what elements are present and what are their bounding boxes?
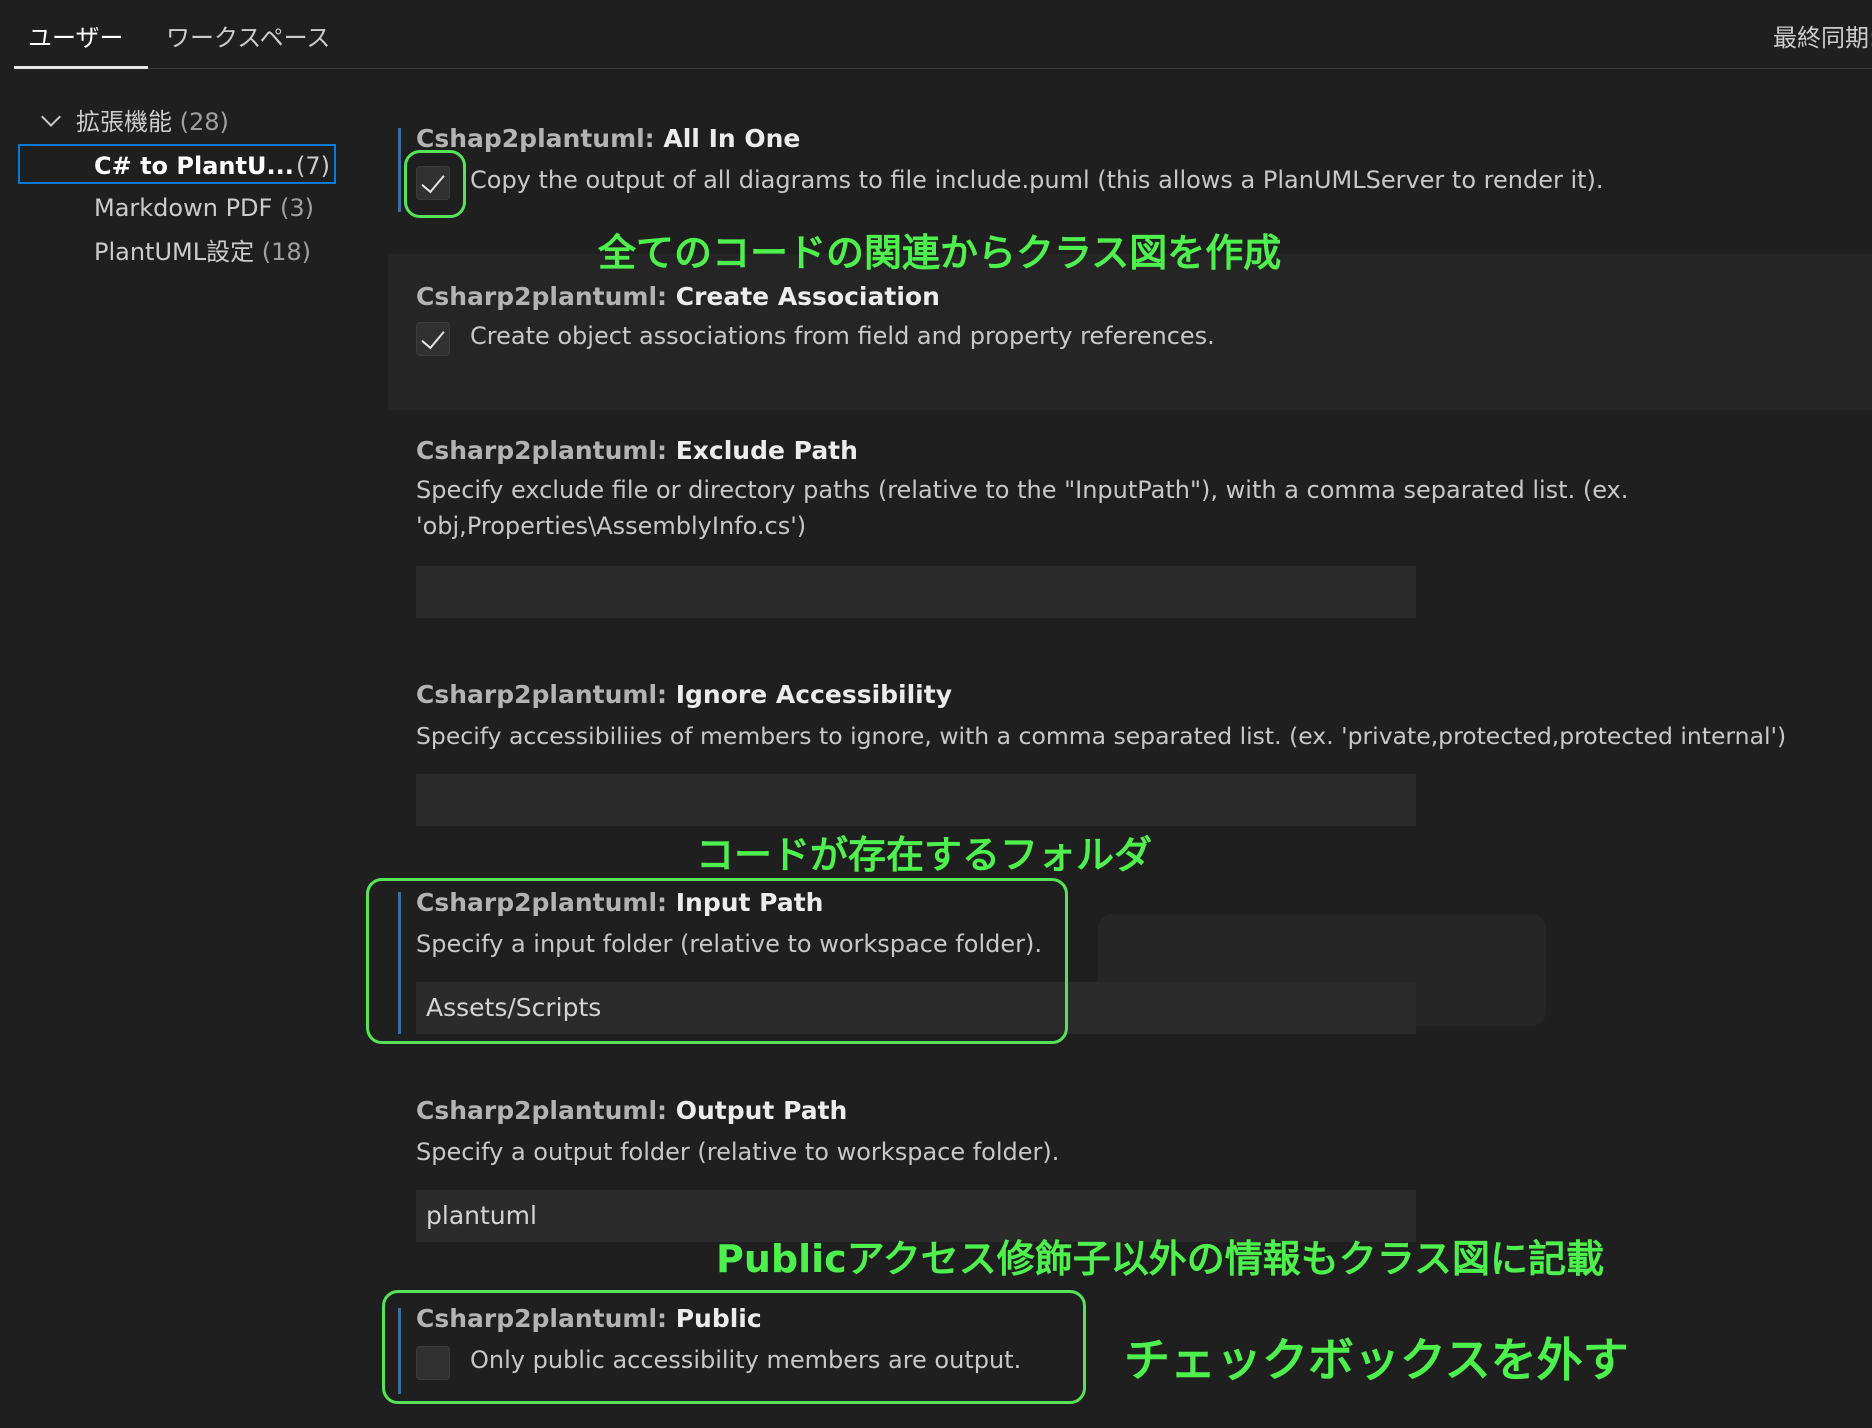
annotation-all-in-one: 全てのコードの関連からクラス図を作成 bbox=[598, 231, 1282, 275]
tree-item-count: (7) bbox=[296, 152, 330, 180]
ignore-accessibility-input[interactable] bbox=[416, 774, 1416, 826]
annotation-uncheck: チェックボックスを外す bbox=[1124, 1333, 1629, 1387]
tree-item-label: C# to PlantU... bbox=[94, 152, 294, 180]
tree-item-count: (18) bbox=[261, 238, 312, 266]
highlight-public bbox=[382, 1290, 1086, 1404]
annotation-public: Publicアクセス修飾子以外の情報もクラス図に記載 bbox=[716, 1237, 1605, 1281]
tree-item-plantuml-settings[interactable]: PlantUML設定 (18) bbox=[18, 232, 336, 272]
setting-title: Csharp2plantuml: Exclude Path bbox=[416, 436, 858, 465]
setting-exclude-path: Csharp2plantuml: Exclude Path Specify ex… bbox=[388, 436, 1872, 626]
tree-item-count: (3) bbox=[279, 194, 314, 222]
tree-group-label: 拡張機能 bbox=[76, 108, 172, 136]
highlight-input-path bbox=[366, 878, 1068, 1044]
sync-status: 最終同期: 5 bbox=[1773, 24, 1872, 52]
setting-title: Csharp2plantuml: Ignore Accessibility bbox=[416, 680, 953, 709]
setting-output-path: Csharp2plantuml: Output Path Specify a o… bbox=[388, 1096, 1872, 1246]
focus-indicator bbox=[398, 128, 401, 212]
settings-editor: ユーザー ワークスペース 最終同期: 5 拡張機能 (28) C# to Pla… bbox=[0, 0, 1872, 1428]
setting-create-association: Csharp2plantuml: Create Association Crea… bbox=[388, 254, 1872, 410]
exclude-path-input[interactable] bbox=[416, 566, 1416, 618]
tree-item-label: PlantUML設定 bbox=[94, 238, 255, 266]
setting-ignore-accessibility: Csharp2plantuml: Ignore Accessibility Sp… bbox=[388, 680, 1872, 830]
all-in-one-label: Copy the output of all diagrams to file … bbox=[470, 166, 1604, 194]
setting-description: Specify accessibiliies of members to ign… bbox=[416, 722, 1787, 750]
create-association-checkbox[interactable] bbox=[416, 322, 450, 356]
tree-group-count: (28) bbox=[179, 108, 229, 136]
tab-workspace[interactable]: ワークスペース bbox=[166, 18, 330, 53]
tree-item-csharp-to-plantuml[interactable]: C# to PlantU... (7) bbox=[18, 144, 336, 184]
scope-tabs: ユーザー ワークスペース 最終同期: 5 bbox=[14, 0, 1872, 69]
tab-user[interactable]: ユーザー bbox=[28, 18, 124, 53]
chevron-down-icon bbox=[41, 107, 61, 127]
setting-title: Csharp2plantuml: Output Path bbox=[416, 1096, 848, 1125]
highlight-all-in-one-checkbox bbox=[404, 150, 466, 218]
setting-title: Csharp2plantuml: Create Association bbox=[416, 282, 940, 311]
tree-item-label: Markdown PDF bbox=[94, 194, 273, 222]
tree-item-markdown-pdf[interactable]: Markdown PDF (3) bbox=[18, 188, 336, 228]
check-icon bbox=[421, 324, 445, 350]
setting-title: Cshap2plantuml: All In One bbox=[416, 124, 801, 153]
setting-description: Specify exclude file or directory paths … bbox=[416, 476, 1629, 540]
tree-group-extensions[interactable]: 拡張機能 (28) bbox=[41, 102, 229, 137]
create-association-label: Create object associations from field an… bbox=[470, 322, 1215, 350]
active-tab-indicator bbox=[14, 66, 148, 69]
annotation-input-path: コードが存在するフォルダ bbox=[696, 833, 1153, 877]
setting-description: Specify a output folder (relative to wor… bbox=[416, 1138, 1060, 1166]
